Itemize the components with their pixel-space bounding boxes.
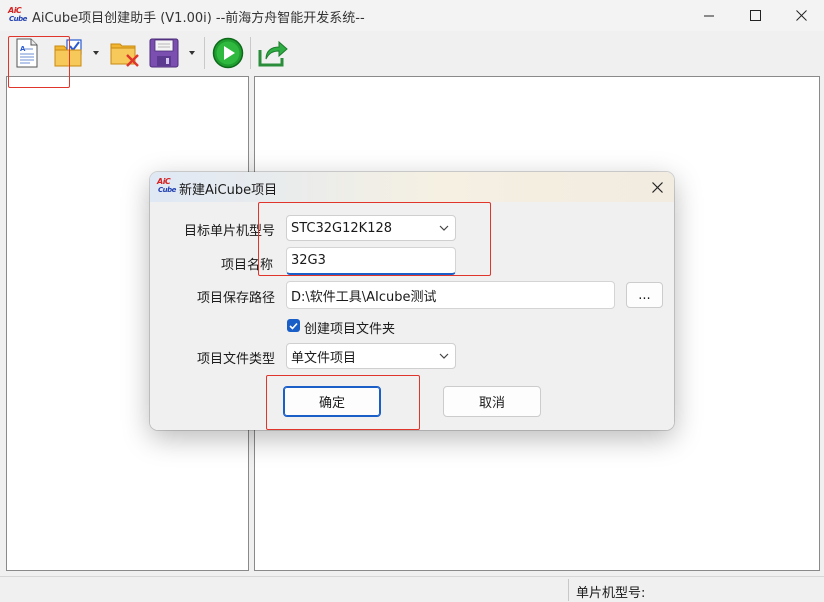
dialog-title: 新建AiCube项目: [179, 183, 278, 198]
target-mcu-value: STC32G12K128: [291, 220, 393, 236]
run-play-icon: [212, 37, 244, 69]
maximize-button[interactable]: [732, 0, 778, 31]
new-document-icon: A: [16, 38, 38, 68]
target-mcu-label: 目标单片机型号: [184, 224, 276, 239]
maximize-icon: [749, 10, 761, 21]
minimize-button[interactable]: [686, 0, 732, 31]
dialog-title-bar: AiC Cube 新建AiCube项目: [150, 172, 674, 202]
save-path-input[interactable]: D:\软件工具\AIcube测试: [286, 281, 615, 309]
open-dropdown-arrow-icon[interactable]: [92, 49, 100, 57]
toolbar-separator: [204, 37, 205, 69]
save-path-label: 项目保存路径: [197, 291, 276, 306]
status-divider: [568, 579, 569, 601]
delete-folder-icon: [110, 43, 139, 67]
create-folder-checkbox[interactable]: [287, 319, 300, 332]
cancel-button[interactable]: 取消: [443, 386, 541, 417]
new-project-button[interactable]: A: [12, 37, 42, 69]
project-name-label: 项目名称: [221, 258, 274, 273]
dialog-close-button[interactable]: [646, 177, 668, 197]
open-folder-checklist-icon: [54, 39, 82, 67]
export-share-icon: [258, 40, 288, 67]
export-button[interactable]: [256, 37, 290, 69]
title-bar: AiC Cube AiCube项目创建助手 (V1.00i) --前海方舟智能开…: [0, 0, 824, 31]
minimize-icon: [703, 15, 714, 17]
create-folder-label: 创建项目文件夹: [304, 322, 396, 337]
project-name-input[interactable]: 32G3: [286, 247, 456, 275]
save-button[interactable]: [148, 37, 180, 69]
open-project-button[interactable]: [52, 37, 86, 69]
file-type-select[interactable]: 单文件项目: [286, 343, 456, 369]
close-button[interactable]: [778, 0, 824, 31]
status-bar: 单片机型号:: [0, 576, 824, 602]
window-title: AiCube项目创建助手 (V1.00i) --前海方舟智能开发系统--: [32, 11, 365, 26]
close-project-button[interactable]: [108, 37, 142, 69]
ok-button[interactable]: 确定: [283, 386, 381, 417]
target-mcu-select[interactable]: STC32G12K128: [286, 215, 456, 241]
run-button[interactable]: [211, 37, 245, 69]
toolbar-separator: [250, 37, 251, 69]
chevron-down-icon: [439, 225, 449, 231]
close-icon: [795, 10, 807, 21]
save-floppy-icon: [149, 38, 179, 68]
chevron-down-icon: [439, 353, 449, 359]
app-logo-icon: AiC Cube: [8, 6, 27, 23]
save-dropdown-arrow-icon[interactable]: [188, 49, 196, 57]
status-mcu-label: 单片机型号:: [576, 586, 646, 601]
dialog-logo-icon: AiC Cube: [157, 177, 176, 194]
file-type-value: 单文件项目: [291, 350, 357, 366]
browse-button[interactable]: ...: [626, 282, 663, 308]
toolbar: A: [0, 31, 824, 75]
checkmark-icon: [289, 322, 298, 330]
close-icon: [651, 181, 663, 193]
file-type-label: 项目文件类型: [197, 352, 276, 367]
